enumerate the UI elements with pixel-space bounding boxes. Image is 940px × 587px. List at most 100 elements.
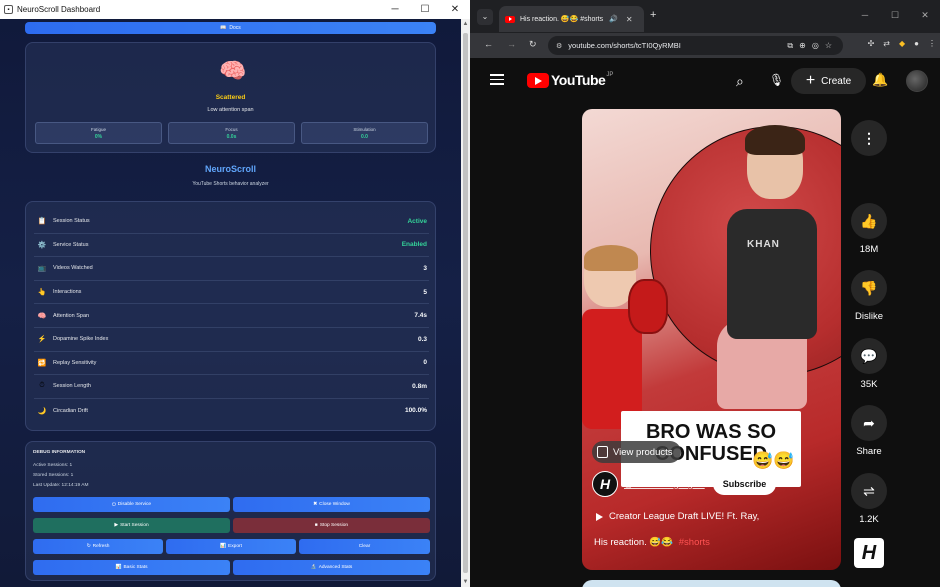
reload-icon[interactable]: ↻ xyxy=(529,39,537,50)
tab-search-icon[interactable]: ⌄ xyxy=(477,9,493,25)
metric-value: 0% xyxy=(94,134,103,140)
next-short-preview[interactable] xyxy=(582,580,841,587)
play-icon: ▶ xyxy=(114,523,119,528)
scrollbar[interactable]: ▲ ▼ xyxy=(461,19,470,587)
close-window-icon[interactable]: ✕ xyxy=(440,4,470,15)
speaker-icon[interactable]: 🔊 xyxy=(609,15,618,23)
subscribe-button[interactable]: Subscribe xyxy=(712,473,777,495)
tab-title: His reaction. 😅😂 #shorts xyxy=(520,16,604,23)
stat-value: 100.0% xyxy=(404,407,427,415)
bookmark-star-icon[interactable]: ☆ xyxy=(825,41,832,50)
live-link[interactable]: Creator League Draft LIVE! Ft. Ray, xyxy=(596,511,759,522)
stat-value: 0.8m xyxy=(412,382,427,390)
state-label: Scattered xyxy=(215,94,246,101)
share-button[interactable]: ➦ Share xyxy=(851,405,887,457)
remix-button[interactable]: ⇌ 1.2K xyxy=(851,473,887,525)
menu-icon[interactable] xyxy=(490,74,504,88)
maximize-button[interactable]: ☐ xyxy=(880,10,910,21)
stop-session-button[interactable]: ■ Stop Session xyxy=(233,518,430,533)
close-window-button[interactable]: ✖ Close Window xyxy=(233,497,430,512)
metric-value: 0.0s xyxy=(226,134,237,140)
metric-fatigue: Fatigue 0% xyxy=(35,122,162,144)
tab-close-icon[interactable]: ✕ xyxy=(626,15,633,24)
avatar[interactable] xyxy=(906,70,928,92)
notifications-bell-icon[interactable]: 🔔 xyxy=(872,72,888,88)
minimize-button[interactable]: ─ xyxy=(380,4,410,15)
like-button[interactable]: 👍 18M xyxy=(851,203,887,255)
dislike-button[interactable]: 👎 Dislike xyxy=(844,270,894,322)
metric-label: Focus xyxy=(225,127,238,132)
lightning-icon: ⚡ xyxy=(37,336,47,344)
share-arrow-icon: ➦ xyxy=(851,405,887,441)
disable-service-button[interactable]: ⏻ Disable Service xyxy=(33,497,230,512)
zoom-icon[interactable]: ⊕ xyxy=(799,41,806,50)
docs-button[interactable]: 📖 Docs xyxy=(25,22,436,34)
minimize-button[interactable]: ─ xyxy=(850,10,880,21)
advanced-stats-button[interactable]: 🔬 Advanced Stats xyxy=(233,560,430,575)
stat-row-attention-span: 🧠 Attention Span 7.4s xyxy=(34,304,429,328)
video-figure-older-boy: KHAN xyxy=(717,125,817,409)
refresh-button[interactable]: ↻ Refresh xyxy=(33,539,163,554)
comments-button[interactable]: 💬 35K xyxy=(851,338,887,390)
install-icon[interactable]: ⧉ xyxy=(787,41,793,51)
pointer-hand-icon: 👆 xyxy=(37,289,47,297)
book-icon: 📖 xyxy=(220,25,227,31)
power-icon: ⏻ xyxy=(111,502,116,508)
stop-icon: ■ xyxy=(314,523,318,528)
view-products-button[interactable]: View products xyxy=(592,441,681,463)
remix-icon: ⇌ xyxy=(851,473,887,509)
close-icon[interactable]: ✕ xyxy=(910,10,940,21)
tab-bar: ⌄ His reaction. 😅😂 #shorts 🔊 ✕ + ─ ☐ ✕ xyxy=(470,0,940,33)
stat-label: Videos Watched xyxy=(53,265,93,272)
remix-count: 1.2K xyxy=(859,514,879,525)
shorts-video-player[interactable]: KHAN BRO WAS SO CONFUSED 😅😅 View product… xyxy=(582,109,841,570)
scrollbar-thumb[interactable] xyxy=(463,33,468,573)
start-session-button[interactable]: ▶ Start Session xyxy=(33,518,230,533)
comment-icon: 💬 xyxy=(851,338,887,374)
tab-youtube[interactable]: His reaction. 😅😂 #shorts 🔊 ✕ xyxy=(499,6,644,32)
eye-off-icon[interactable]: ◎ xyxy=(812,41,819,50)
close-icon: ✖ xyxy=(313,502,318,507)
channel-logo-icon[interactable]: H xyxy=(854,538,884,568)
browser-menu-icon[interactable]: ⋮ xyxy=(928,39,936,48)
share-label: Share xyxy=(856,446,882,457)
channel-row: H @Houseofhighlights Subscribe xyxy=(592,471,777,497)
moon-icon: 🌙 xyxy=(37,407,47,415)
forward-icon[interactable]: → xyxy=(507,39,516,49)
maximize-button[interactable]: ☐ xyxy=(410,4,440,15)
caption-emoji: 😅😅 xyxy=(752,451,795,470)
button-label: Basic Stats xyxy=(123,565,148,570)
hashtag-link[interactable]: #shorts xyxy=(679,537,710,548)
debug-card: DEBUG INFORMATION Active Sessions: 1 Sto… xyxy=(25,441,436,581)
bar-chart-icon: 📊 xyxy=(115,565,122,570)
profile-icon[interactable]: ● xyxy=(914,39,919,48)
brain-icon: 🧠 xyxy=(37,312,47,320)
translate-icon[interactable]: ⇄ xyxy=(883,39,890,48)
extension-colorful-icon[interactable]: ◆ xyxy=(899,39,905,48)
stat-label: Session Status xyxy=(53,218,90,225)
extensions-icon[interactable]: ✣ xyxy=(868,39,875,48)
export-button[interactable]: 📊 Export xyxy=(166,539,296,554)
channel-avatar[interactable]: H xyxy=(592,471,618,497)
stat-value: 0 xyxy=(423,359,427,367)
video-description: His reaction. 😅😂 #shorts xyxy=(594,537,710,548)
new-tab-icon[interactable]: + xyxy=(650,9,656,21)
create-button[interactable]: + Create xyxy=(791,68,866,94)
url-text: youtube.com/shorts/tcTI0QyRMBI xyxy=(568,41,681,50)
button-label: Start Session xyxy=(120,523,149,528)
stats-card: 📋 Session Status Active ⚙️ Service Statu… xyxy=(25,201,436,431)
microphone-icon[interactable]: 🎙 xyxy=(769,73,784,87)
back-icon[interactable]: ← xyxy=(484,39,493,49)
clear-button[interactable]: Clear xyxy=(299,539,430,554)
stat-value: 7.4s xyxy=(414,312,427,320)
more-options-icon[interactable]: ⋮ xyxy=(851,120,887,156)
search-icon[interactable]: ⌕ xyxy=(736,73,744,90)
basic-stats-button[interactable]: 📊 Basic Stats xyxy=(33,560,230,575)
stat-row-replay-sensitivity: 🔁 Replay Sensitivity 0 xyxy=(34,352,429,376)
site-info-icon[interactable]: ⚙ xyxy=(556,42,562,50)
scroll-down-icon[interactable]: ▼ xyxy=(461,577,470,587)
plus-icon: + xyxy=(805,72,816,89)
scroll-up-icon[interactable]: ▲ xyxy=(461,19,470,29)
channel-name[interactable]: @Houseofhighlights xyxy=(624,479,705,489)
youtube-logo[interactable]: YouTube JP xyxy=(527,72,613,88)
